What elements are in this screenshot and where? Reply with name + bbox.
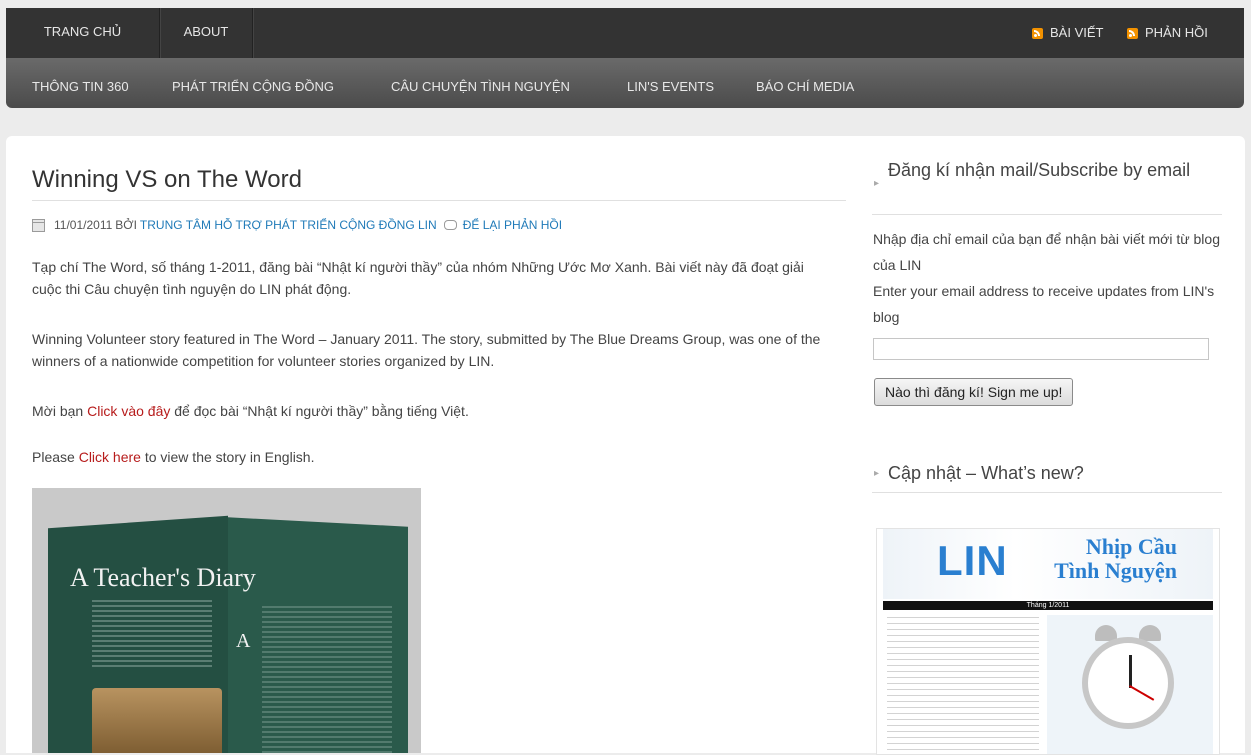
rss-icon [1032,27,1043,39]
nav-cau-chuyen-tinh-nguyen[interactable]: CÂU CHUYỆN TÌNH NGUYỆN [391,58,570,108]
author-link[interactable]: TRUNG TÂM HỖ TRỢ PHÁT TRIỂN CỘNG ĐỒNG LI… [140,218,437,232]
bullet-icon: ▸ [874,178,880,189]
para-text: to view the story in English. [140,449,315,465]
para-text: Mời bạn [32,403,88,419]
post-date: 11/01/2011 [54,218,113,232]
comment-icon [443,220,457,230]
nav-home[interactable]: TRANG CHỦ [6,8,160,58]
subscribe-button[interactable]: Nào thì đăng kí! Sign me up! [874,378,1074,406]
click-here-en-link[interactable]: Click here [79,449,141,465]
subscribe-widget-title: Đăng kí nhận mail/Subscribe by email [888,160,1191,180]
rss-icon [1127,27,1138,39]
leave-reply-link[interactable]: ĐỂ LẠI PHẢN HỒI [463,218,562,232]
subscribe-text-vi: Nhập địa chỉ email của bạn để nhận bài v… [873,231,1220,273]
newsletter-image[interactable]: LIN Nhịp Cầu Tình Nguyện Tháng 1/2011 [876,528,1220,755]
nav-thong-tin-360[interactable]: THÔNG TIN 360 [32,58,129,108]
magazine-image[interactable]: A Teacher's Diary A [32,488,421,753]
category-nav: THÔNG TIN 360 PHÁT TRIỂN CỘNG ĐỒNG CÂU C… [6,58,1244,108]
para-text: Please [32,449,79,465]
nav-phat-trien-cong-dong[interactable]: PHÁT TRIỂN CỘNG ĐỒNG [172,58,334,108]
post-paragraph-vi-link: Mời bạn Click vào đây để đọc bài “Nhật k… [32,400,832,422]
whats-new-widget-title: Cập nhật – What’s new? [888,463,1084,483]
para-text: để đọc bài “Nhật kí người thầy” bằng tiế… [170,403,469,419]
magazine-title: A Teacher's Diary [70,563,256,592]
post-paragraph-en-link: Please Click here to view the story in E… [32,446,832,468]
top-nav: TRANG CHỦ ABOUT BÀI VIẾT PHẢN HỒI [6,8,1244,58]
title-divider [32,200,846,201]
widget-divider [872,214,1222,215]
nav-lins-events[interactable]: LIN'S EVENTS [627,58,714,108]
calendar-icon [32,218,45,232]
magazine-text-block [92,600,212,670]
books-photo [92,688,222,753]
newsletter-tagline: Nhịp Cầu Tình Nguyện [1027,535,1177,583]
alarm-clock-icon [1082,637,1174,729]
feed-posts-link[interactable]: BÀI VIẾT [1032,8,1103,58]
magazine-drop-cap: A [236,630,251,652]
content-panel: Winning VS on The Word 11/01/2011 BỞI TR… [6,136,1245,755]
feed-comments-label: PHẢN HỒI [1145,25,1208,40]
feed-posts-label: BÀI VIẾT [1050,25,1104,40]
post-paragraph-vi: Tạp chí The Word, số tháng 1-2011, đăng … [32,259,804,297]
subscribe-text-en: Enter your email address to receive upda… [873,283,1215,325]
click-here-vi-link[interactable]: Click vào đây [87,403,170,419]
post-by: BỞI [115,218,137,232]
magazine-text-block [262,606,392,753]
post-title[interactable]: Winning VS on The Word [32,166,302,194]
nav-about[interactable]: ABOUT [160,8,253,58]
subscribe-description: Nhập địa chỉ email của bạn để nhận bài v… [873,226,1233,330]
newsletter-tagline-2: Tình Nguyện [1054,558,1177,583]
bullet-icon: ▸ [874,468,880,479]
widget-divider [872,492,1222,493]
email-input[interactable] [873,338,1209,360]
post-paragraph-en: Winning Volunteer story featured in The … [32,331,821,369]
nav-bao-chi-media[interactable]: BÁO CHÍ MEDIA [756,58,854,108]
feed-comments-link[interactable]: PHẢN HỒI [1127,8,1208,58]
newsletter-tagline-1: Nhịp Cầu [1085,534,1177,559]
newsletter-month: Tháng 1/2011 [883,601,1213,610]
post-meta: 11/01/2011 BỞI TRUNG TÂM HỖ TRỢ PHÁT TRI… [32,218,562,232]
newsletter-text-column [887,617,1039,752]
newsletter-logo: LIN [937,537,1008,584]
